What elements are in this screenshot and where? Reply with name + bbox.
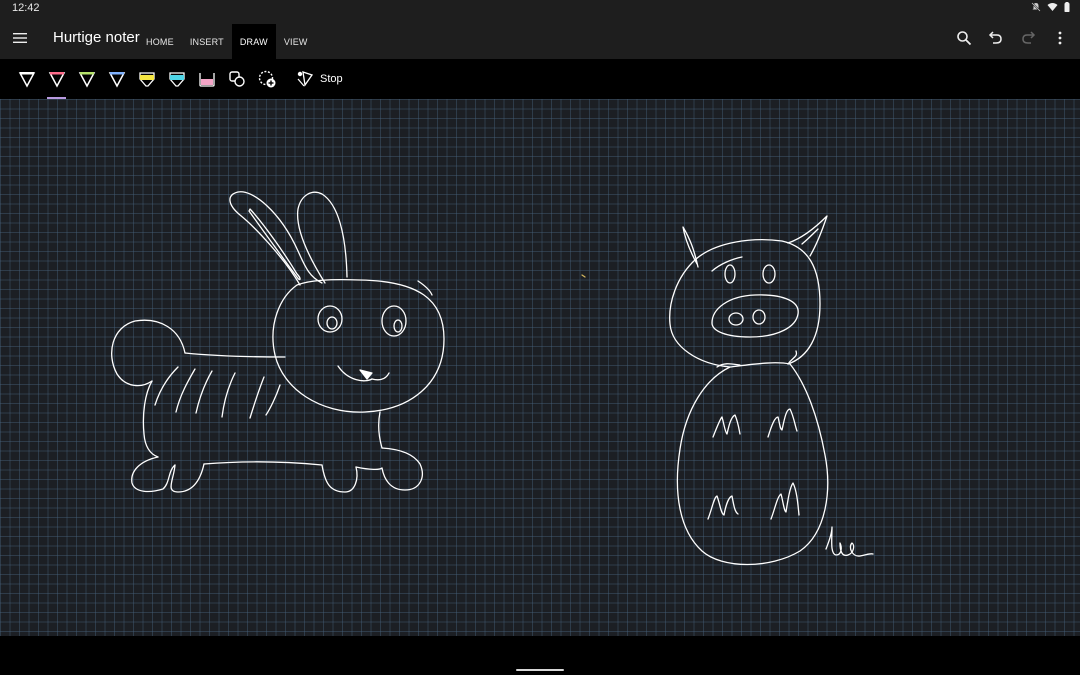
redo-icon	[1022, 31, 1036, 44]
notifications-off-icon	[1031, 2, 1041, 12]
shapes-button[interactable]	[225, 67, 249, 91]
pen-icon	[18, 72, 36, 88]
app-bar: Hurtige noter HOME INSERT DRAW VIEW	[0, 17, 1080, 59]
pen-color-swatch	[80, 72, 94, 75]
pen-blue-button[interactable]	[105, 67, 129, 91]
highlighter-icon	[169, 72, 185, 87]
app-actions	[948, 26, 1076, 50]
hamburger-icon	[13, 33, 27, 43]
bunny-drawing[interactable]	[111, 191, 445, 493]
pen-icon	[78, 72, 96, 88]
highlighter-pink-button[interactable]	[195, 67, 219, 91]
stop-inking-icon	[297, 71, 314, 87]
battery-icon	[1064, 2, 1070, 12]
tab-insert[interactable]: INSERT	[182, 24, 232, 59]
home-gesture-handle[interactable]	[516, 669, 564, 671]
undo-icon	[988, 31, 1002, 44]
pen-icon	[48, 72, 66, 88]
more-options-button[interactable]	[1044, 26, 1076, 50]
menu-button[interactable]	[8, 26, 32, 50]
highlighter-color-swatch	[170, 75, 184, 80]
highlighter-color-swatch	[140, 75, 154, 80]
ink-layer	[111, 191, 874, 566]
highlighter-icon	[139, 72, 155, 87]
tab-view[interactable]: VIEW	[276, 24, 316, 59]
status-bar: 12:42	[0, 0, 1080, 17]
undo-button[interactable]	[980, 26, 1012, 50]
redo-button[interactable]	[1012, 26, 1044, 50]
tab-home[interactable]: HOME	[138, 24, 182, 59]
more-icon	[1058, 31, 1062, 45]
drawing-canvas[interactable]	[0, 99, 1080, 636]
pen-color-swatch	[50, 72, 64, 75]
add-pen-button[interactable]	[255, 67, 279, 91]
highlighter-cyan-button[interactable]	[165, 67, 189, 91]
navigation-area	[0, 636, 1080, 675]
tab-draw[interactable]: DRAW	[231, 24, 276, 59]
search-icon	[957, 31, 972, 46]
draw-toolbar: Stop	[0, 59, 1080, 99]
stop-label: Stop	[320, 73, 343, 85]
highlighter-icon	[199, 73, 215, 87]
pen-color-swatch	[110, 72, 124, 75]
status-icons	[1031, 2, 1070, 12]
search-button[interactable]	[948, 26, 980, 50]
ribbon-tabs: HOME INSERT DRAW VIEW	[138, 24, 316, 59]
highlighter-yellow-button[interactable]	[135, 67, 159, 91]
pig-drawing[interactable]	[669, 215, 874, 566]
app-title: Hurtige noter	[53, 29, 140, 46]
pen-color-swatch	[20, 72, 34, 75]
highlighter-color-swatch	[201, 79, 213, 85]
stop-button[interactable]: Stop	[296, 69, 343, 89]
status-time: 12:42	[12, 2, 40, 14]
shapes-icon	[229, 71, 245, 87]
stray-ink-mark	[581, 274, 586, 278]
pen-icon	[108, 72, 126, 88]
pen-green-button[interactable]	[75, 67, 99, 91]
add-pen-icon	[258, 70, 276, 88]
pen-pink-button[interactable]	[45, 67, 69, 91]
pen-white-button[interactable]	[15, 67, 39, 91]
wifi-icon	[1047, 3, 1058, 11]
